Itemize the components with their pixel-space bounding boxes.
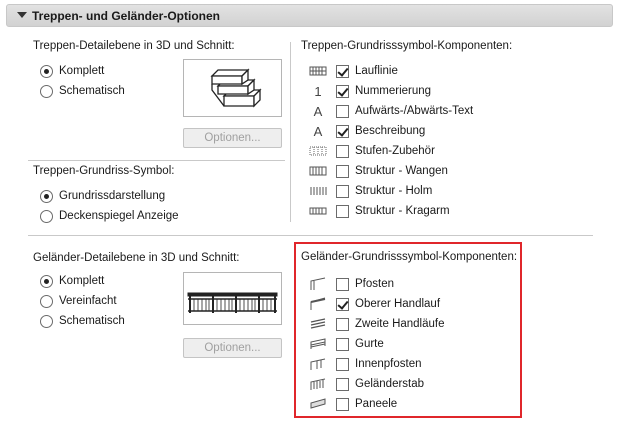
- checkbox-label: Lauflinie: [355, 65, 398, 77]
- checkbox-label: Paneele: [355, 398, 398, 410]
- cantilever-icon: [309, 204, 327, 218]
- radio-label: Komplett: [59, 275, 105, 287]
- checkbox[interactable]: [336, 64, 349, 78]
- railing-component-gelaenderstab[interactable]: Geländerstab: [336, 376, 424, 392]
- checkbox-label: Pfosten: [355, 278, 394, 290]
- stair-symbol-radio-ceiling[interactable]: Deckenspiegel Anzeige: [40, 208, 179, 224]
- checkbox[interactable]: [336, 397, 349, 411]
- railing-component-pfosten[interactable]: Pfosten: [336, 276, 394, 292]
- stair-symbol-radio-floorplan[interactable]: Grundrissdarstellung: [40, 188, 165, 204]
- tread-accessory-icon: [309, 144, 327, 158]
- railing-detail-radio-schematic[interactable]: Schematisch: [40, 313, 125, 329]
- stair-component-kragarm[interactable]: Struktur - Kragarm: [336, 203, 450, 219]
- railing-preview-image: [183, 272, 282, 325]
- top-rail-icon: [309, 297, 327, 311]
- stair-symbol-label: Treppen-Grundriss-Symbol:: [33, 165, 175, 177]
- radio-button[interactable]: [40, 84, 53, 98]
- radio-button[interactable]: [40, 209, 53, 223]
- radio-button[interactable]: [40, 189, 53, 203]
- stair-component-wangen[interactable]: Struktur - Wangen: [336, 163, 448, 179]
- stair-components-label: Treppen-Grundrisssymbol-Komponenten:: [301, 40, 513, 52]
- stringer-icon: [309, 164, 327, 178]
- checkbox[interactable]: [336, 337, 349, 351]
- checkbox-label: Nummerierung: [355, 85, 432, 97]
- text-a-icon: A: [313, 103, 323, 119]
- stair-detail-label: Treppen-Detailebene in 3D und Schnitt:: [33, 40, 235, 52]
- railing-component-gurte[interactable]: Gurte: [336, 336, 384, 352]
- radio-button[interactable]: [40, 274, 53, 288]
- checkbox-label: Beschreibung: [355, 125, 426, 137]
- stair-detail-radio-schematic[interactable]: Schematisch: [40, 83, 125, 99]
- checkbox[interactable]: [336, 184, 349, 198]
- checkbox[interactable]: [336, 377, 349, 391]
- stair-component-up-down-text[interactable]: Aufwärts-/Abwärts-Text: [336, 103, 473, 119]
- radio-button[interactable]: [40, 64, 53, 78]
- walking-line-icon: [309, 64, 327, 78]
- checkbox-label: Innenpfosten: [355, 358, 422, 370]
- checkbox-label: Stufen-Zubehör: [355, 145, 435, 157]
- handrails-icon: [309, 317, 327, 331]
- radio-label: Grundrissdarstellung: [59, 190, 166, 202]
- checkbox[interactable]: [336, 164, 349, 178]
- stair-3d-icon: [210, 68, 262, 108]
- checkbox-label: Struktur - Kragarm: [355, 205, 450, 217]
- stair-component-stufen-zubehoer[interactable]: Stufen-Zubehör: [336, 143, 435, 159]
- checkbox-label: Oberer Handlauf: [355, 298, 441, 310]
- divider: [28, 160, 285, 161]
- railing-component-zweite-handlaeufe[interactable]: Zweite Handläufe: [336, 316, 445, 332]
- vertical-divider: [290, 42, 291, 222]
- beam-icon: [309, 184, 327, 198]
- checkbox[interactable]: [336, 144, 349, 158]
- radio-label: Komplett: [59, 65, 105, 77]
- panel-icon: [309, 397, 327, 411]
- checkbox-label: Struktur - Wangen: [355, 165, 448, 177]
- checkbox[interactable]: [336, 357, 349, 371]
- numbering-icon: 1: [314, 83, 322, 99]
- stair-options-button[interactable]: Optionen...: [183, 128, 282, 148]
- checkbox[interactable]: [336, 104, 349, 118]
- stair-component-lauflinie[interactable]: Lauflinie: [336, 63, 398, 79]
- railing-detail-radio-simplified[interactable]: Vereinfacht: [40, 293, 117, 309]
- inner-post-icon: [309, 357, 327, 371]
- panel-header[interactable]: Treppen- und Geländer-Optionen: [6, 4, 613, 27]
- baluster-icon: [309, 377, 327, 391]
- checkbox-label: Aufwärts-/Abwärts-Text: [355, 105, 474, 117]
- checkbox[interactable]: [336, 277, 349, 291]
- railing-component-paneele[interactable]: Paneele: [336, 396, 397, 412]
- checkbox-label: Struktur - Holm: [355, 185, 433, 197]
- radio-button[interactable]: [40, 314, 53, 328]
- checkbox[interactable]: [336, 204, 349, 218]
- collapse-triangle-icon[interactable]: [17, 12, 27, 18]
- stair-preview-image: [183, 59, 282, 117]
- railing-3d-icon: [187, 292, 278, 313]
- radio-button[interactable]: [40, 294, 53, 308]
- stair-component-nummerierung[interactable]: Nummerierung: [336, 83, 431, 99]
- checkbox-label: Gurte: [355, 338, 384, 350]
- railing-components-label: Geländer-Grundrisssymbol-Komponenten:: [301, 251, 518, 263]
- checkbox[interactable]: [336, 84, 349, 98]
- railing-options-button[interactable]: Optionen...: [183, 338, 282, 358]
- checkbox[interactable]: [336, 124, 349, 138]
- post-icon: [309, 277, 327, 291]
- checkbox[interactable]: [336, 317, 349, 331]
- stair-detail-radio-complete[interactable]: Komplett: [40, 63, 104, 79]
- section-divider: [28, 235, 593, 236]
- railing-component-innenpfosten[interactable]: Innenpfosten: [336, 356, 422, 372]
- stair-component-holm[interactable]: Struktur - Holm: [336, 183, 432, 199]
- radio-label: Deckenspiegel Anzeige: [59, 210, 179, 222]
- railing-component-oberer-handlauf[interactable]: Oberer Handlauf: [336, 296, 440, 312]
- railing-detail-label: Geländer-Detailebene in 3D und Schnitt:: [33, 252, 240, 264]
- stair-component-beschreibung[interactable]: Beschreibung: [336, 123, 425, 139]
- railing-detail-radio-complete[interactable]: Komplett: [40, 273, 104, 289]
- text-a-icon: A: [313, 123, 323, 139]
- checkbox-label: Geländerstab: [355, 378, 425, 390]
- radio-label: Schematisch: [59, 85, 125, 97]
- rail-icon: [309, 337, 327, 351]
- checkbox-label: Zweite Handläufe: [355, 318, 445, 330]
- panel-title: Treppen- und Geländer-Optionen: [32, 9, 221, 23]
- checkbox[interactable]: [336, 297, 349, 311]
- radio-label: Schematisch: [59, 315, 125, 327]
- radio-label: Vereinfacht: [59, 295, 117, 307]
